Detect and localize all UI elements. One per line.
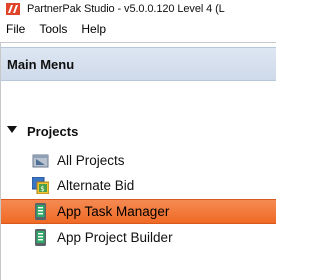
tree-item-label: App Project Builder [57,230,173,245]
tree-item-label: Alternate Bid [57,178,135,193]
alternate-bid-icon: $ [31,176,50,195]
panel-header: Main Menu [1,47,276,81]
svg-text:$: $ [40,185,44,193]
mobile-app-icon [32,203,49,220]
tree-item-label: All Projects [57,153,125,168]
tree-item-app-project-builder[interactable]: App Project Builder [1,225,276,250]
partnerpak-logo-icon [6,2,20,15]
window-title: PartnerPak Studio - v5.0.0.120 Level 4 (… [27,2,225,15]
triangle-down-icon[interactable] [7,125,21,138]
tree-item-alternate-bid[interactable]: $ Alternate Bid [1,173,276,198]
tree-item-app-task-manager[interactable]: App Task Manager [1,199,276,224]
folder-projects-icon [32,152,49,169]
menu-help[interactable]: Help [74,17,113,42]
tree-item-all-projects[interactable]: All Projects [1,148,276,173]
mobile-app-icon [32,229,49,246]
menu-file[interactable]: File [0,17,32,42]
tree-group-label: Projects [27,123,79,139]
tree-group-projects[interactable]: Projects [7,121,78,141]
title-bar: PartnerPak Studio - v5.0.0.120 Level 4 (… [0,0,276,17]
main-menu-panel: Main Menu Projects All Projects $ Altern [0,42,276,280]
tree-item-label: App Task Manager [57,204,170,219]
menu-bar: File Tools Help [0,17,276,42]
panel-title: Main Menu [7,56,75,72]
menu-tools[interactable]: Tools [32,17,74,42]
